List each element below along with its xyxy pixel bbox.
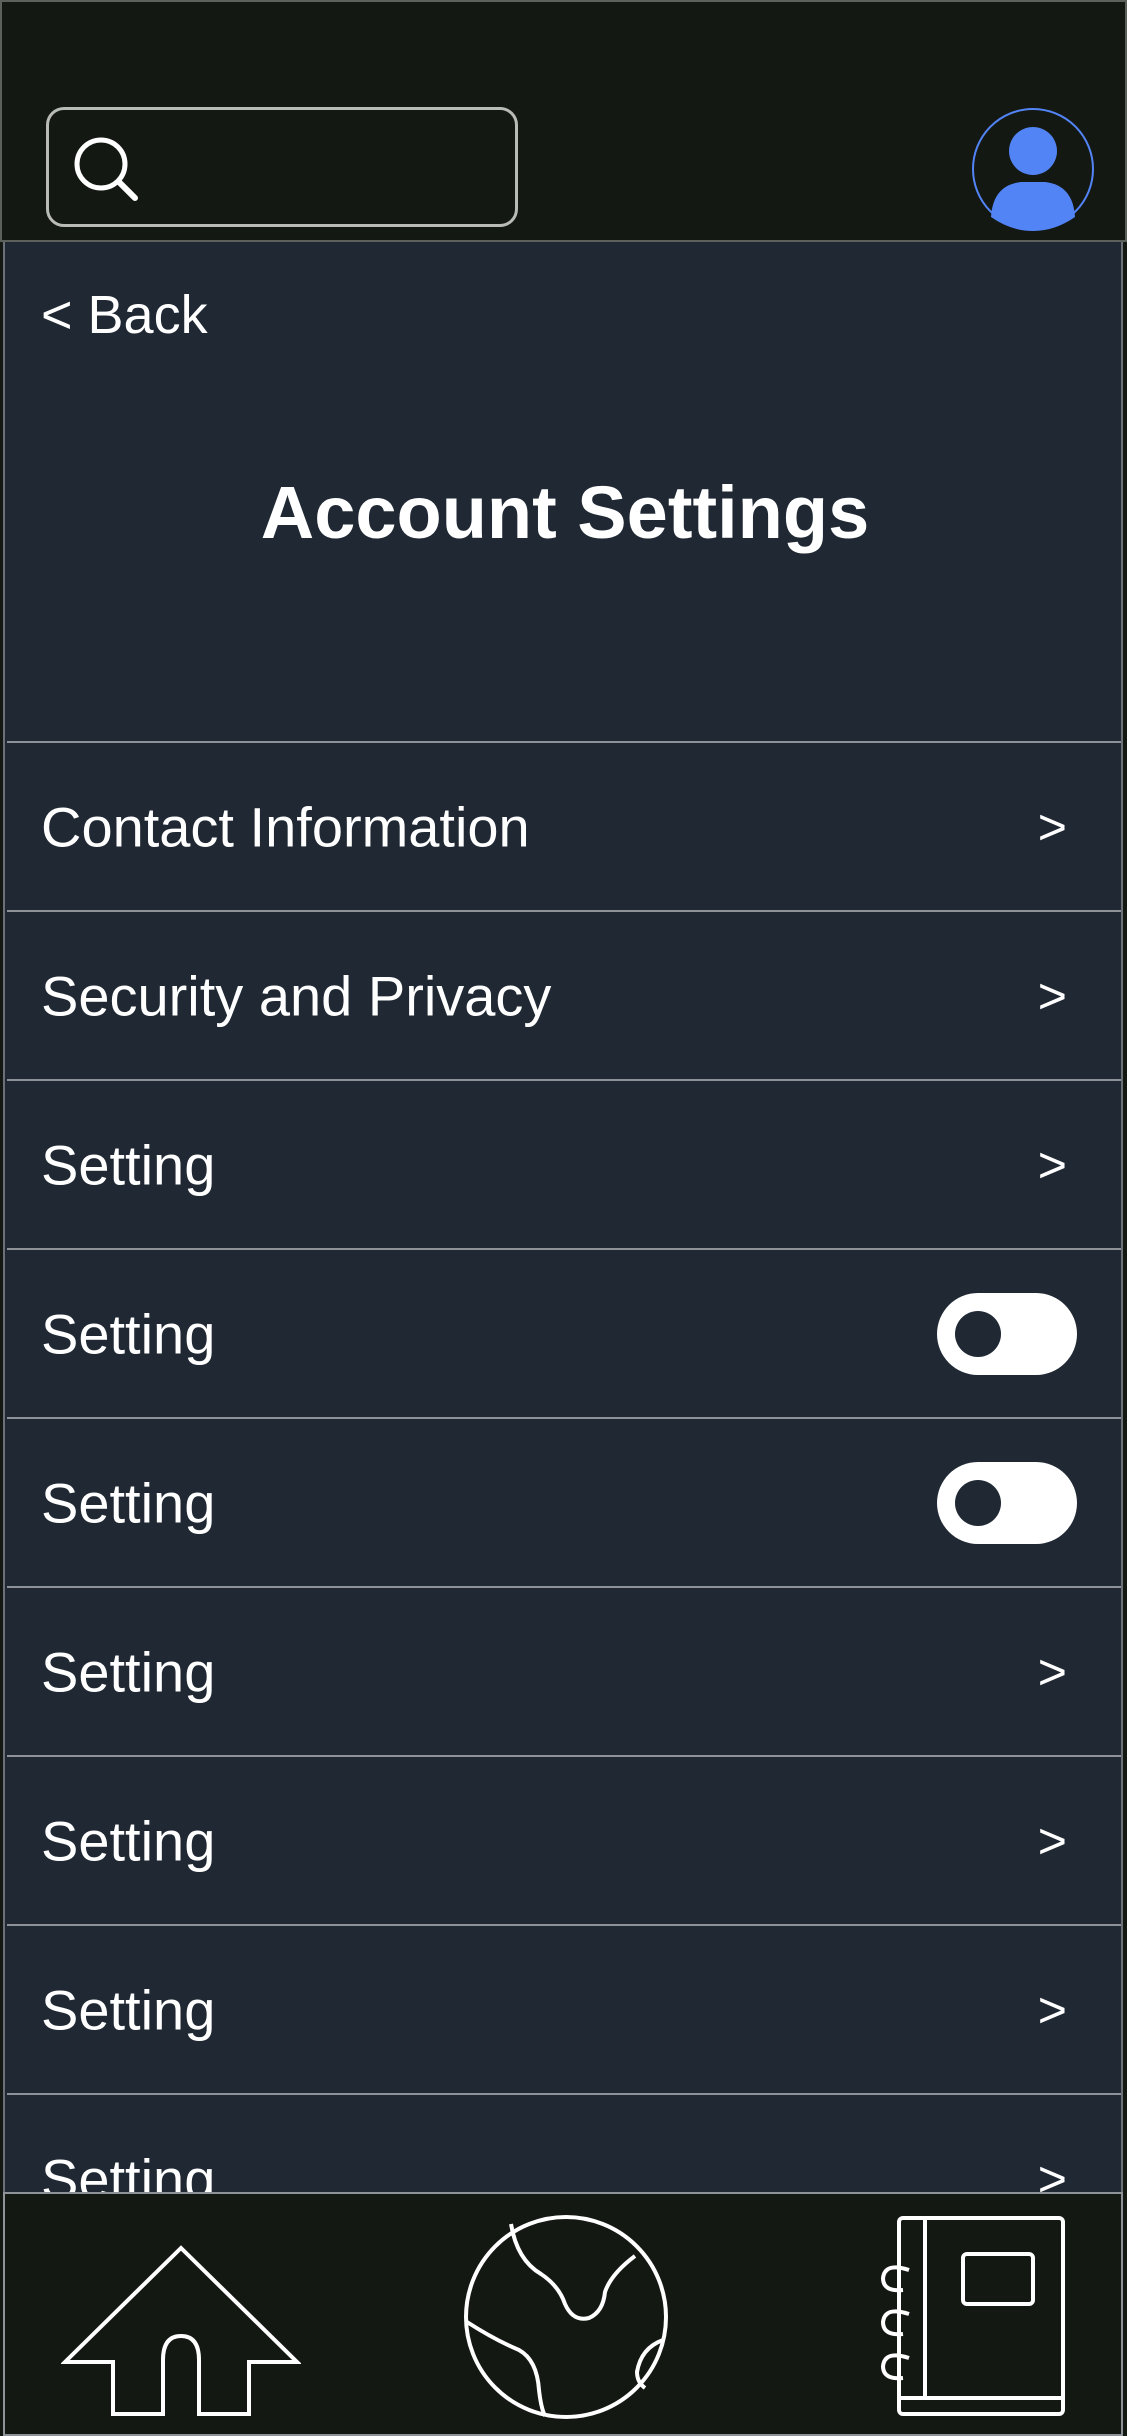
settings-row[interactable]: Setting > (7, 2093, 1121, 2193)
user-avatar-icon[interactable] (971, 107, 1095, 231)
toggle-knob (955, 1310, 1001, 1357)
settings-row-label: Security and Privacy (41, 964, 552, 1027)
settings-row[interactable]: Contact Information > (7, 741, 1121, 910)
settings-row-label: Setting (41, 1133, 216, 1196)
back-button[interactable]: < Back (41, 284, 208, 346)
settings-toggle[interactable] (937, 1292, 1077, 1375)
chevron-right-icon: > (1037, 1643, 1067, 1700)
settings-row-label: Setting (41, 1809, 216, 1872)
search-icon (74, 137, 138, 201)
chevron-right-icon: > (1037, 798, 1067, 855)
chevron-right-icon: > (1037, 967, 1067, 1024)
settings-row-label: Setting (41, 1471, 216, 1534)
chevron-right-icon: > (1037, 1136, 1067, 1193)
search-input[interactable] (46, 107, 518, 227)
settings-row[interactable]: Setting > (7, 1755, 1121, 1924)
settings-row-label: Setting (41, 1978, 216, 2041)
settings-row[interactable]: Setting (7, 1417, 1121, 1586)
settings-row[interactable]: Setting > (7, 1586, 1121, 1755)
settings-list: Contact Information > Security and Privacy… (7, 741, 1121, 2193)
settings-row[interactable]: Setting (7, 1248, 1121, 1417)
home-icon[interactable] (61, 2214, 301, 2426)
globe-icon[interactable] (461, 2212, 671, 2422)
settings-toggle[interactable] (937, 1461, 1077, 1544)
top-bar (0, 0, 1127, 242)
settings-row-label: Setting (41, 2147, 216, 2192)
settings-content: < Back Account Settings Contact Informat… (3, 242, 1123, 2192)
settings-row[interactable]: Setting > (7, 1924, 1121, 2093)
notebook-icon[interactable] (873, 2212, 1073, 2422)
settings-row-label: Setting (41, 1640, 216, 1703)
settings-row[interactable]: Setting > (7, 1079, 1121, 1248)
page-title: Account Settings (260, 471, 870, 554)
bottom-navigation (3, 2192, 1123, 2436)
chevron-right-icon: > (1037, 1981, 1067, 2038)
chevron-right-icon: > (1037, 1812, 1067, 1869)
toggle-knob (955, 1479, 1001, 1526)
settings-row-label: Contact Information (41, 795, 530, 858)
chevron-right-icon: > (1037, 2150, 1067, 2193)
settings-row-label: Setting (41, 1302, 216, 1365)
settings-row[interactable]: Security and Privacy > (7, 910, 1121, 1079)
